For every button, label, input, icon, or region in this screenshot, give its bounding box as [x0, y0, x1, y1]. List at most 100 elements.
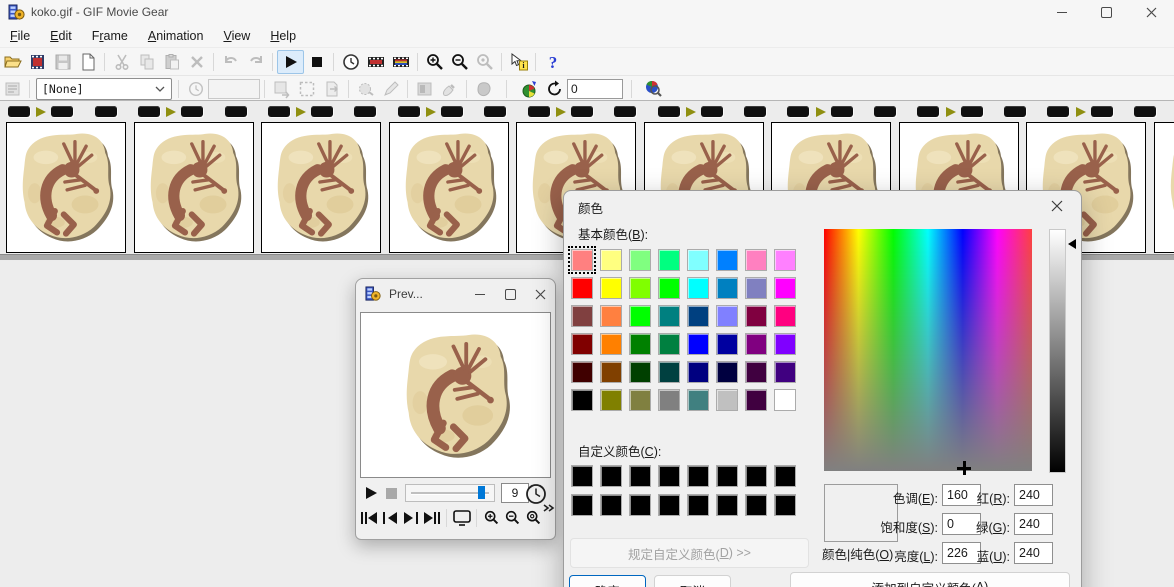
custom-color-swatch-16[interactable] — [774, 494, 796, 516]
basic-color-swatch-30[interactable] — [716, 333, 738, 355]
menu-edit[interactable]: Edit — [40, 26, 82, 46]
preview-close-button[interactable] — [525, 282, 555, 306]
zoom-out-button[interactable] — [447, 51, 472, 73]
play-button[interactable] — [277, 50, 304, 74]
preview-maximize-button[interactable] — [495, 282, 525, 306]
basic-color-swatch-47[interactable] — [745, 389, 767, 411]
custom-color-swatch-15[interactable] — [745, 494, 767, 516]
frame-properties-button[interactable] — [363, 51, 388, 73]
custom-color-swatch-8[interactable] — [774, 465, 796, 487]
basic-color-swatch-6[interactable] — [716, 249, 738, 271]
zoom-in-button[interactable] — [422, 51, 447, 73]
basic-color-swatch-28[interactable] — [658, 333, 680, 355]
custom-color-swatch-6[interactable] — [716, 465, 738, 487]
basic-color-swatch-44[interactable] — [658, 389, 680, 411]
basic-color-swatch-38[interactable] — [716, 361, 738, 383]
paste-button[interactable] — [159, 51, 184, 73]
basic-color-swatch-37[interactable] — [687, 361, 709, 383]
ok-button[interactable]: 确定 — [569, 575, 646, 587]
custom-color-swatch-3[interactable] — [629, 465, 651, 487]
basic-color-swatch-48[interactable] — [774, 389, 796, 411]
add-to-custom-colors-button[interactable]: 添加到自定义颜色(A) — [790, 572, 1070, 587]
basic-color-swatch-10[interactable] — [600, 277, 622, 299]
rotate-input[interactable]: 0 — [567, 79, 623, 99]
basic-color-swatch-33[interactable] — [571, 361, 593, 383]
basic-color-swatch-2[interactable] — [600, 249, 622, 271]
filmstrip-frame-10[interactable] — [1154, 122, 1174, 253]
basic-color-swatch-8[interactable] — [774, 249, 796, 271]
basic-color-swatch-41[interactable] — [571, 389, 593, 411]
basic-color-swatch-4[interactable] — [658, 249, 680, 271]
filmstrip-frame-2[interactable] — [134, 122, 254, 253]
basic-color-swatch-34[interactable] — [600, 361, 622, 383]
menu-help[interactable]: Help — [260, 26, 306, 46]
basic-color-swatch-35[interactable] — [629, 361, 651, 383]
basic-color-swatch-36[interactable] — [658, 361, 680, 383]
basic-color-swatch-40[interactable] — [774, 361, 796, 383]
basic-color-swatch-16[interactable] — [774, 277, 796, 299]
preview-stop-button[interactable] — [381, 483, 402, 503]
frame-name-combobox[interactable]: [None] — [36, 78, 172, 100]
position-slider[interactable] — [405, 484, 495, 502]
custom-color-swatch-12[interactable] — [658, 494, 680, 516]
custom-color-swatch-11[interactable] — [629, 494, 651, 516]
context-help-button[interactable]: i — [506, 51, 531, 73]
basic-color-swatch-7[interactable] — [745, 249, 767, 271]
basic-color-swatch-39[interactable] — [745, 361, 767, 383]
filmstrip-frame-1[interactable] — [6, 122, 126, 253]
custom-color-swatch-5[interactable] — [687, 465, 709, 487]
new-button[interactable] — [75, 51, 100, 73]
basic-color-swatch-17[interactable] — [571, 305, 593, 327]
basic-color-swatch-25[interactable] — [571, 333, 593, 355]
basic-color-swatch-9[interactable] — [571, 277, 593, 299]
mask-button[interactable] — [471, 78, 496, 100]
insert-frames-button[interactable] — [25, 51, 50, 73]
redo-button[interactable] — [243, 51, 268, 73]
basic-color-swatch-43[interactable] — [629, 389, 651, 411]
custom-color-swatch-7[interactable] — [745, 465, 767, 487]
close-button[interactable] — [1129, 0, 1174, 24]
cut-button[interactable] — [109, 51, 134, 73]
define-custom-colors-button[interactable]: 规定自定义颜色(D) >> — [570, 538, 809, 568]
custom-color-swatch-10[interactable] — [600, 494, 622, 516]
custom-color-swatch-14[interactable] — [716, 494, 738, 516]
custom-color-swatch-4[interactable] — [658, 465, 680, 487]
basic-color-swatch-20[interactable] — [658, 305, 680, 327]
stop-button[interactable] — [304, 51, 329, 73]
next-frame-button[interactable] — [400, 508, 421, 528]
color-dialog-close-button[interactable] — [1035, 191, 1079, 221]
actual-size-button[interactable] — [451, 508, 472, 528]
preview-zoom-actual-button[interactable] — [523, 508, 544, 528]
minimize-button[interactable] — [1039, 0, 1084, 24]
basic-color-swatch-12[interactable] — [658, 277, 680, 299]
save-button[interactable] — [50, 51, 75, 73]
preview-minimize-button[interactable] — [465, 282, 495, 306]
basic-color-swatch-42[interactable] — [600, 389, 622, 411]
basic-color-swatch-3[interactable] — [629, 249, 651, 271]
basic-color-swatch-46[interactable] — [716, 389, 738, 411]
luminance-bar[interactable] — [1049, 229, 1066, 473]
rotate-button[interactable] — [542, 78, 567, 100]
zoom-actual-button[interactable] — [472, 51, 497, 73]
basic-color-swatch-13[interactable] — [687, 277, 709, 299]
basic-color-swatch-24[interactable] — [774, 305, 796, 327]
export-frame-button[interactable] — [319, 78, 344, 100]
crop-frame-button[interactable] — [294, 78, 319, 100]
edit-palette-button[interactable] — [517, 78, 542, 100]
hue-saturation-field[interactable] — [824, 229, 1032, 471]
basic-color-swatch-15[interactable] — [745, 277, 767, 299]
delete-button[interactable] — [184, 51, 209, 73]
transparency-button[interactable] — [412, 78, 437, 100]
menu-file[interactable]: File — [0, 26, 40, 46]
cancel-button[interactable]: 取消 — [654, 575, 731, 587]
basic-color-swatch-23[interactable] — [745, 305, 767, 327]
filmstrip-frame-3[interactable] — [261, 122, 381, 253]
basic-color-swatch-21[interactable] — [687, 305, 709, 327]
timing-button[interactable] — [338, 51, 363, 73]
basic-color-swatch-45[interactable] — [687, 389, 709, 411]
eyedropper-button[interactable] — [437, 78, 462, 100]
basic-color-swatch-18[interactable] — [600, 305, 622, 327]
first-frame-button[interactable] — [358, 508, 379, 528]
maximize-button[interactable] — [1084, 0, 1129, 24]
basic-color-swatch-32[interactable] — [774, 333, 796, 355]
